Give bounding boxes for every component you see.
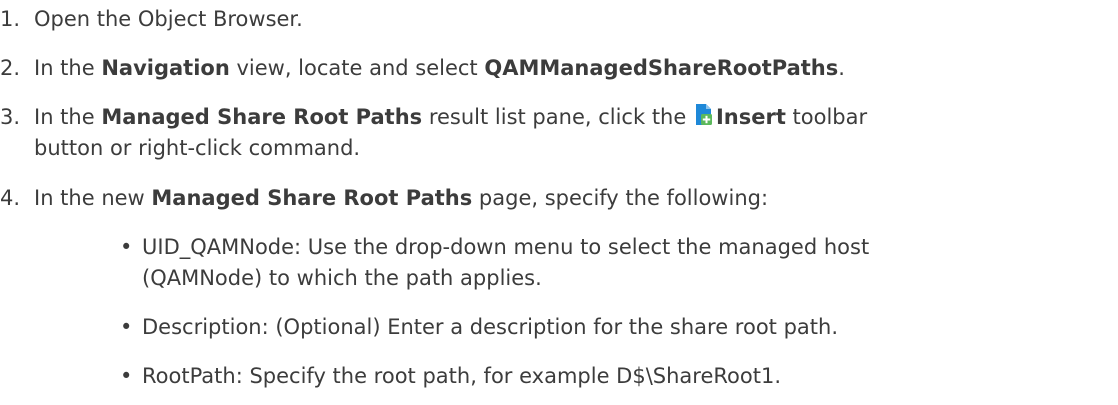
step-text-pre: In the [34, 105, 102, 129]
step-text-pre: In the [34, 56, 102, 80]
step-text-mid: view, locate and select [229, 56, 485, 80]
step-text: Open the Object Browser. [34, 7, 303, 31]
bullet-dot: • [120, 364, 133, 388]
bullet-uid-qamnode-continuation: (QAMNode) to which the path applies. [142, 266, 542, 290]
ui-term-page: Managed Share Root Paths [151, 186, 473, 210]
bullet-dot: • [120, 315, 133, 339]
ui-term-result-list: Managed Share Root Paths [101, 105, 423, 129]
bullet-text: Description: (Optional) Enter a descript… [142, 315, 838, 339]
step-text-post: page, specify the following: [472, 186, 769, 210]
bullet-text: RootPath: Specify the root path, for exa… [142, 364, 781, 388]
document-page: 1. Open the Object Browser. 2. In the Navi… [0, 0, 1118, 405]
step-4: 4. In the new Managed Share Root Paths pa… [0, 183, 768, 213]
insert-icon [694, 103, 714, 127]
bullet-uid-qamnode: • UID_QAMNode: Use the drop-down menu to … [120, 232, 869, 262]
step-2: 2. In the Navigation view, locate and sel… [0, 53, 845, 83]
step-3: 3. In the Managed Share Root Paths result… [0, 102, 867, 132]
step-1: 1. Open the Object Browser. [0, 4, 303, 34]
ui-term-table: QAMManagedShareRootPaths [484, 56, 839, 80]
ui-term-navigation: Navigation [101, 56, 230, 80]
step-text-mid: result list pane, click the [422, 105, 693, 129]
bullet-rootpath: • RootPath: Specify the root path, for ex… [120, 361, 781, 391]
step-number: 1. [0, 7, 21, 31]
step-text-post: toolbar [785, 105, 868, 129]
step-number: 2. [0, 56, 21, 80]
bullet-dot: • [120, 235, 133, 259]
step-text-pre: In the new [34, 186, 152, 210]
bullet-text: UID_QAMNode: Use the drop-down menu to s… [142, 235, 870, 259]
step-3-continuation: button or right-click command. [34, 136, 361, 160]
bullet-description: • Description: (Optional) Enter a descrip… [120, 312, 838, 342]
step-number: 4. [0, 186, 21, 210]
step-text-post: . [838, 56, 845, 80]
ui-term-insert: Insert [715, 105, 786, 129]
step-number: 3. [0, 105, 21, 129]
